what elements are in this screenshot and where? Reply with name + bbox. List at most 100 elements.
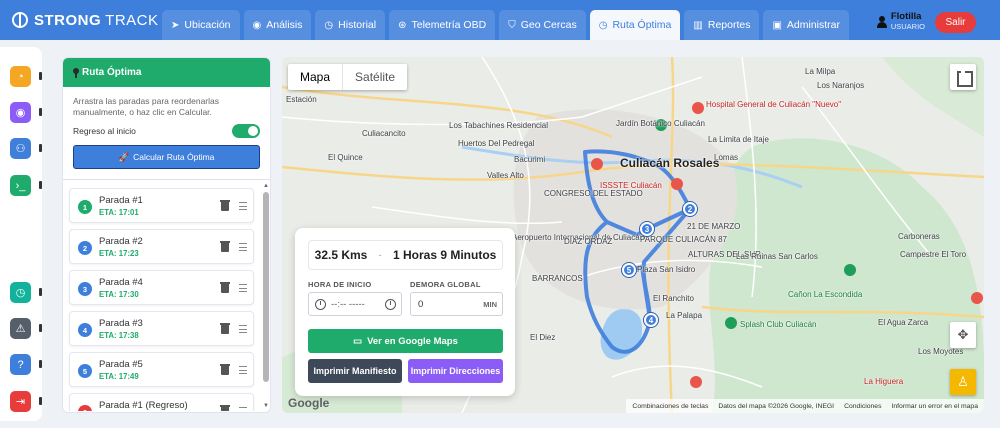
- map-label: Las Ruinas San Carlos: [736, 252, 818, 261]
- stop-number-badge: 5: [78, 364, 92, 378]
- stop-name: Parada #2: [99, 236, 143, 247]
- drag-handle-icon[interactable]: [239, 202, 247, 210]
- trash-icon[interactable]: [220, 282, 230, 293]
- users-icon[interactable]: ⚇: [10, 138, 31, 159]
- tab-historial[interactable]: ◷ Historial: [315, 10, 386, 40]
- stop-name: Parada #1: [99, 195, 143, 206]
- stop-name: Parada #1 (Regreso): [99, 400, 188, 411]
- poi-marker: [690, 376, 702, 388]
- tab-ubicacion[interactable]: ➤ Ubicación: [162, 10, 240, 40]
- start-time-label: HORA DE INICIO: [308, 280, 372, 289]
- drag-handle-icon[interactable]: [239, 325, 247, 333]
- map-label: El Quince: [328, 153, 363, 162]
- scroll-down-icon[interactable]: ▼: [263, 403, 269, 409]
- tab-geocercas[interactable]: ⛉ Geo Cercas: [499, 10, 586, 40]
- drag-handle-icon[interactable]: [239, 366, 247, 374]
- clock-icon[interactable]: ◷: [10, 282, 31, 303]
- calculate-route-button[interactable]: 🚀 Calcular Ruta Óptima: [73, 145, 260, 169]
- divider: [63, 179, 270, 180]
- warning-icon[interactable]: ⚠: [10, 318, 31, 339]
- attribution-text: Datos del mapa ©2026 Google, INEGI: [718, 402, 835, 410]
- route-marker[interactable]: 4: [644, 313, 658, 327]
- calc-label: Calcular Ruta Óptima: [133, 152, 215, 162]
- map-label: Estación: [286, 95, 317, 104]
- terminal-icon[interactable]: ›_: [10, 175, 31, 196]
- map-label: Hospital General de Culiacán "Nuevo": [706, 100, 842, 109]
- map-label: Los Tabachines Residencial: [449, 121, 549, 130]
- rail-indicator: [39, 324, 42, 332]
- return-row: Regreso al inicio: [63, 118, 270, 138]
- map-label: Bacurimi: [514, 155, 546, 164]
- pushpin-icon: [73, 67, 79, 78]
- logout-button[interactable]: Salir: [935, 12, 976, 33]
- map-attribution: Combinaciones de teclas Datos del mapa ©…: [626, 399, 984, 413]
- tab-analisis[interactable]: ◉ Análisis: [243, 10, 312, 40]
- stop-item[interactable]: 5 Parada #5 ETA: 17:49: [69, 352, 254, 387]
- attribution-link[interactable]: Condiciones: [844, 403, 881, 410]
- route-marker[interactable]: 5: [622, 263, 636, 277]
- fullscreen-icon[interactable]: [950, 64, 976, 90]
- clock-icon: ◷: [324, 19, 334, 31]
- route-marker[interactable]: 2: [683, 202, 697, 216]
- map-label: CONGRESO DEL ESTADO: [544, 189, 643, 198]
- stop-item[interactable]: 2 Parada #2 ETA: 17:23: [69, 229, 254, 264]
- logout-icon[interactable]: ⇥: [10, 391, 31, 412]
- trash-icon[interactable]: [220, 241, 230, 252]
- map-type-map[interactable]: Mapa: [288, 64, 344, 90]
- print-directions-button[interactable]: Imprimir Direcciones: [408, 359, 503, 383]
- pegman-icon[interactable]: ♙: [950, 369, 976, 395]
- clock-icon[interactable]: [385, 298, 396, 310]
- rail-indicator: [39, 288, 42, 296]
- attribution-link[interactable]: Combinaciones de teclas: [632, 403, 708, 410]
- map-label: Campestre El Toro: [900, 250, 967, 259]
- rail-indicator: [39, 108, 42, 116]
- attribution-link[interactable]: Informar un error en el mapa: [891, 403, 978, 410]
- monitor-icon: ▭: [353, 335, 363, 347]
- move-icon[interactable]: ✥: [950, 322, 976, 348]
- stop-item[interactable]: 1 Parada #1 ETA: 17:01: [69, 188, 254, 223]
- trash-icon[interactable]: [220, 323, 230, 334]
- stop-item[interactable]: 3 Parada #4 ETA: 17:30: [69, 270, 254, 305]
- tab-administrar[interactable]: ▣ Administrar: [763, 10, 850, 40]
- scroll-thumb[interactable]: [263, 192, 269, 382]
- map-pin-icon[interactable]: ◉: [10, 102, 31, 123]
- clock-icon: [315, 298, 326, 310]
- trash-icon[interactable]: [220, 405, 230, 411]
- drag-handle-icon[interactable]: [239, 243, 247, 251]
- google-maps-button[interactable]: ▭ Ver en Google Maps: [308, 329, 503, 353]
- delay-input[interactable]: 0 MIN: [410, 292, 503, 316]
- tab-telemetria[interactable]: ⊛ Telemetría OBD: [389, 10, 496, 40]
- user-info[interactable]: Flotilla USUARIO: [876, 12, 925, 31]
- drag-handle-icon[interactable]: [239, 284, 247, 292]
- poi-marker: [692, 102, 704, 114]
- brand-logo[interactable]: STRONG TRACK: [12, 12, 162, 29]
- route-marker[interactable]: 3: [640, 222, 654, 236]
- help-icon[interactable]: ?: [10, 354, 31, 375]
- map-label: Splash Club Culiacán: [740, 320, 817, 329]
- start-time-input[interactable]: --:-- -----: [308, 292, 402, 316]
- scrollbar[interactable]: ▲ ▼: [262, 183, 270, 411]
- poi-marker: [671, 178, 683, 190]
- poi-marker: [725, 317, 737, 329]
- tab-reportes[interactable]: ▥ Reportes: [684, 10, 760, 40]
- stop-number-badge: 2: [78, 241, 92, 255]
- tab-label: Ruta Óptima: [612, 19, 672, 31]
- map-label: Plaza San Isidro: [637, 265, 696, 274]
- tab-ruta-optima[interactable]: ◷ Ruta Óptima: [589, 10, 681, 40]
- return-toggle[interactable]: [232, 124, 260, 138]
- left-rail: ◔ ◉ ⚇ ›_ ◷ ⚠ ? ⇥: [0, 47, 42, 421]
- drag-handle-icon[interactable]: [239, 407, 247, 411]
- print-manifest-button[interactable]: Imprimir Manifiesto: [308, 359, 402, 383]
- trash-icon[interactable]: [220, 364, 230, 375]
- map-label: PARQUE CULIACÁN 87: [640, 235, 727, 244]
- rail-indicator: [39, 397, 42, 405]
- poi-marker: [844, 264, 856, 276]
- stop-item[interactable]: 6 Parada #1 (Regreso): [69, 393, 254, 411]
- bell-icon[interactable]: ◔: [10, 66, 31, 87]
- map-type-satellite[interactable]: Satélite: [343, 64, 407, 90]
- stop-item[interactable]: 4 Parada #3 ETA: 17:38: [69, 311, 254, 346]
- map-label: Los Moyotes: [918, 347, 964, 356]
- scroll-up-icon[interactable]: ▲: [263, 183, 269, 189]
- trash-icon[interactable]: [220, 200, 230, 211]
- nav-tabs: ➤ Ubicación ◉ Análisis ◷ Historial ⊛ Telemet…: [162, 0, 853, 40]
